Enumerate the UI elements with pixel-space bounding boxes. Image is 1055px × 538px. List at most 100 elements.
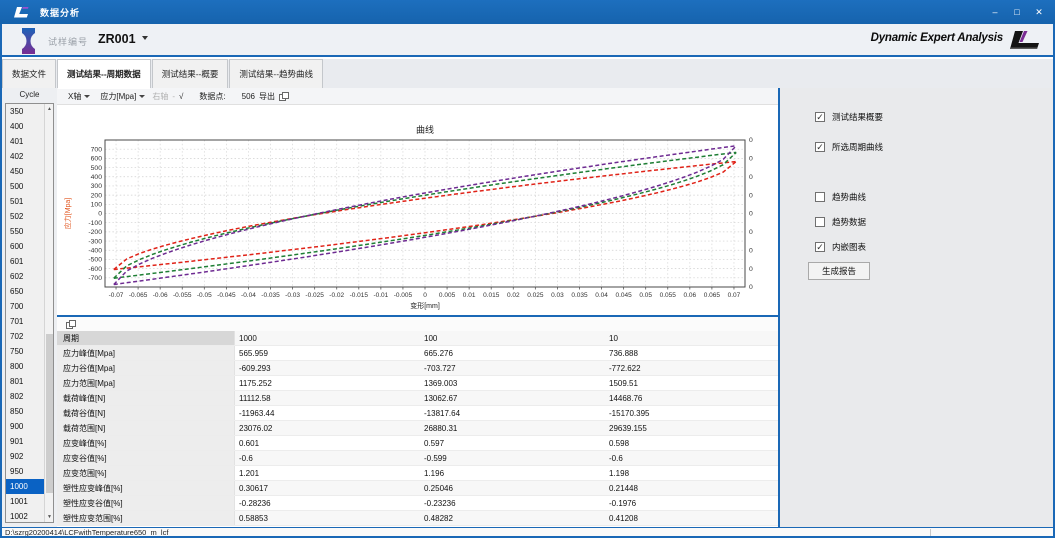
- brand-text: Dynamic Expert Analysis: [871, 32, 1003, 44]
- cell-value: 23076.02: [235, 421, 420, 435]
- y-tick-label: 600: [91, 156, 103, 163]
- cell-value: -609.293: [235, 361, 420, 375]
- x-tick-label: 0.025: [527, 292, 544, 299]
- checkbox-label: 内嵌图表: [832, 241, 866, 253]
- cell-value: 0.30617: [235, 481, 420, 495]
- cycle-listbox[interactable]: 3504004014024505005015025506006016026507…: [5, 103, 54, 523]
- cell-value: 1.196: [420, 466, 605, 480]
- x-tick-label: -0.03: [285, 292, 300, 299]
- maximize-button[interactable]: □: [1009, 5, 1025, 20]
- x-tick-label: -0.01: [373, 292, 388, 299]
- x-tick-label: -0.02: [329, 292, 344, 299]
- checkbox-row[interactable]: ✓所选周期曲线: [815, 141, 883, 153]
- x-axis-label: 变形[mm]: [410, 301, 440, 310]
- checkbox-unchecked-icon[interactable]: [815, 192, 825, 202]
- table-row: 塑性应变范围[%]0.588530.482820.41208: [57, 511, 778, 526]
- cell-value: -11963.44: [235, 406, 420, 420]
- sample-number-dropdown[interactable]: ZR001: [98, 32, 136, 46]
- tab-0[interactable]: 数据文件: [2, 59, 56, 88]
- checkbox-row[interactable]: 趋势曲线: [815, 191, 866, 203]
- cell-value: 10: [605, 331, 778, 345]
- x-tick-label: 0.07: [728, 292, 741, 299]
- scroll-down-icon[interactable]: ▼: [45, 512, 54, 522]
- checkbox-checked-icon[interactable]: ✓: [815, 112, 825, 122]
- table-row: 载荷谷值[N]-11963.44-13817.64-15170.395: [57, 406, 778, 421]
- y-tick-label: -200: [88, 229, 102, 236]
- report-options-panel: 生成报告 ✓测试结果概要 ✓所选周期曲线趋势曲线趋势数据 ✓ 内嵌图表: [780, 88, 1053, 527]
- checkbox-row[interactable]: 趋势数据: [815, 216, 866, 228]
- right-axis-tick-label: 0: [749, 247, 753, 254]
- export-window-icon[interactable]: [279, 92, 289, 101]
- x-tick-label: 0.02: [507, 292, 520, 299]
- checkbox-row[interactable]: ✓ 内嵌图表: [815, 241, 866, 253]
- series-dropdown[interactable]: 应力[Mpa]: [97, 90, 148, 103]
- tab-2[interactable]: 测试结果--概要: [152, 59, 229, 88]
- x-tick-label: 0.035: [571, 292, 588, 299]
- tab-bar: 数据文件测试结果--周期数据测试结果--概要测试结果--趋势曲线: [0, 59, 1055, 88]
- cell-value: -0.6: [235, 451, 420, 465]
- x-tick-label: -0.005: [394, 292, 413, 299]
- tab-1[interactable]: 测试结果--周期数据: [57, 59, 151, 88]
- y-tick-label: 700: [91, 146, 103, 153]
- cell-value: 1175.252: [235, 376, 420, 390]
- y-tick-label: 500: [91, 165, 103, 172]
- app-logo-icon: [12, 4, 30, 21]
- tab-3[interactable]: 测试结果--趋势曲线: [229, 59, 323, 88]
- generate-report-button[interactable]: 生成报告: [808, 262, 870, 280]
- titlebar: 数据分析 – □ ✕: [0, 0, 1055, 24]
- cycle-list-scrollbar[interactable]: ▲ ▼: [44, 104, 53, 522]
- export-button[interactable]: 导出: [259, 91, 275, 102]
- x-tick-label: 0.055: [660, 292, 677, 299]
- row-label: 周期: [57, 331, 235, 345]
- x-tick-label: 0.065: [704, 292, 721, 299]
- cell-value: 1000: [235, 331, 420, 345]
- chevron-down-icon[interactable]: [142, 36, 148, 40]
- x-tick-label: 0.06: [683, 292, 696, 299]
- checkbox-checked-icon[interactable]: ✓: [815, 142, 825, 152]
- cell-value: 0.597: [420, 436, 605, 450]
- results-table[interactable]: 周期100010010应力峰值[Mpa]565.959665.276736.88…: [57, 331, 778, 527]
- cycle-sidebar: Cycle 3504004014024505005015025506006016…: [2, 88, 57, 527]
- scroll-up-icon[interactable]: ▲: [45, 104, 54, 114]
- x-tick-label: 0.04: [595, 292, 608, 299]
- cell-value: -0.1976: [605, 496, 778, 510]
- copy-table-icon[interactable]: [66, 320, 76, 329]
- y-tick-label: -400: [88, 247, 102, 254]
- right-axis-tick-label: 0: [749, 156, 753, 163]
- row-label: 塑性应变谷值[%]: [57, 496, 235, 510]
- right-axis-tick-label: 0: [749, 266, 753, 273]
- cell-value: 29639.155: [605, 421, 778, 435]
- right-axis-label: 右轴: [152, 91, 168, 102]
- row-label: 载荷谷值[N]: [57, 406, 235, 420]
- brand-logo-icon: [1007, 28, 1043, 52]
- table-row: 应变谷值[%]-0.6-0.599-0.6: [57, 451, 778, 466]
- x-tick-label: -0.065: [129, 292, 148, 299]
- x-axis-dropdown[interactable]: X轴: [65, 90, 93, 103]
- x-tick-label: 0.01: [463, 292, 476, 299]
- table-row: 塑性应变谷值[%]-0.28236-0.23236-0.1976: [57, 496, 778, 511]
- y-tick-label: 200: [91, 192, 103, 199]
- checkbox-row[interactable]: ✓测试结果概要: [815, 111, 883, 123]
- cell-value: 1.201: [235, 466, 420, 480]
- y-tick-label: 400: [91, 174, 103, 181]
- cell-value: -0.599: [420, 451, 605, 465]
- cell-value: -15170.395: [605, 406, 778, 420]
- y-tick-label: -600: [88, 266, 102, 273]
- row-label: 应力峰值[Mpa]: [57, 346, 235, 360]
- close-button[interactable]: ✕: [1031, 5, 1047, 20]
- chevron-down-icon: [84, 95, 90, 98]
- cell-value: 736.888: [605, 346, 778, 360]
- sample-number-label: 试样编号: [48, 35, 88, 48]
- axis-check[interactable]: √: [179, 92, 183, 101]
- data-points-label: 数据点:: [199, 91, 225, 102]
- scrollbar-thumb[interactable]: [46, 334, 53, 493]
- cell-value: 100: [420, 331, 605, 345]
- y-tick-label: -700: [88, 275, 102, 282]
- checkbox-unchecked-icon[interactable]: [815, 217, 825, 227]
- y-tick-label: -300: [88, 238, 102, 245]
- minimize-button[interactable]: –: [987, 5, 1003, 20]
- right-axis-tick-label: 0: [749, 137, 753, 144]
- checkbox-checked-icon[interactable]: ✓: [815, 242, 825, 252]
- right-axis-dash: -: [172, 92, 175, 101]
- row-label: 载荷峰值[N]: [57, 391, 235, 405]
